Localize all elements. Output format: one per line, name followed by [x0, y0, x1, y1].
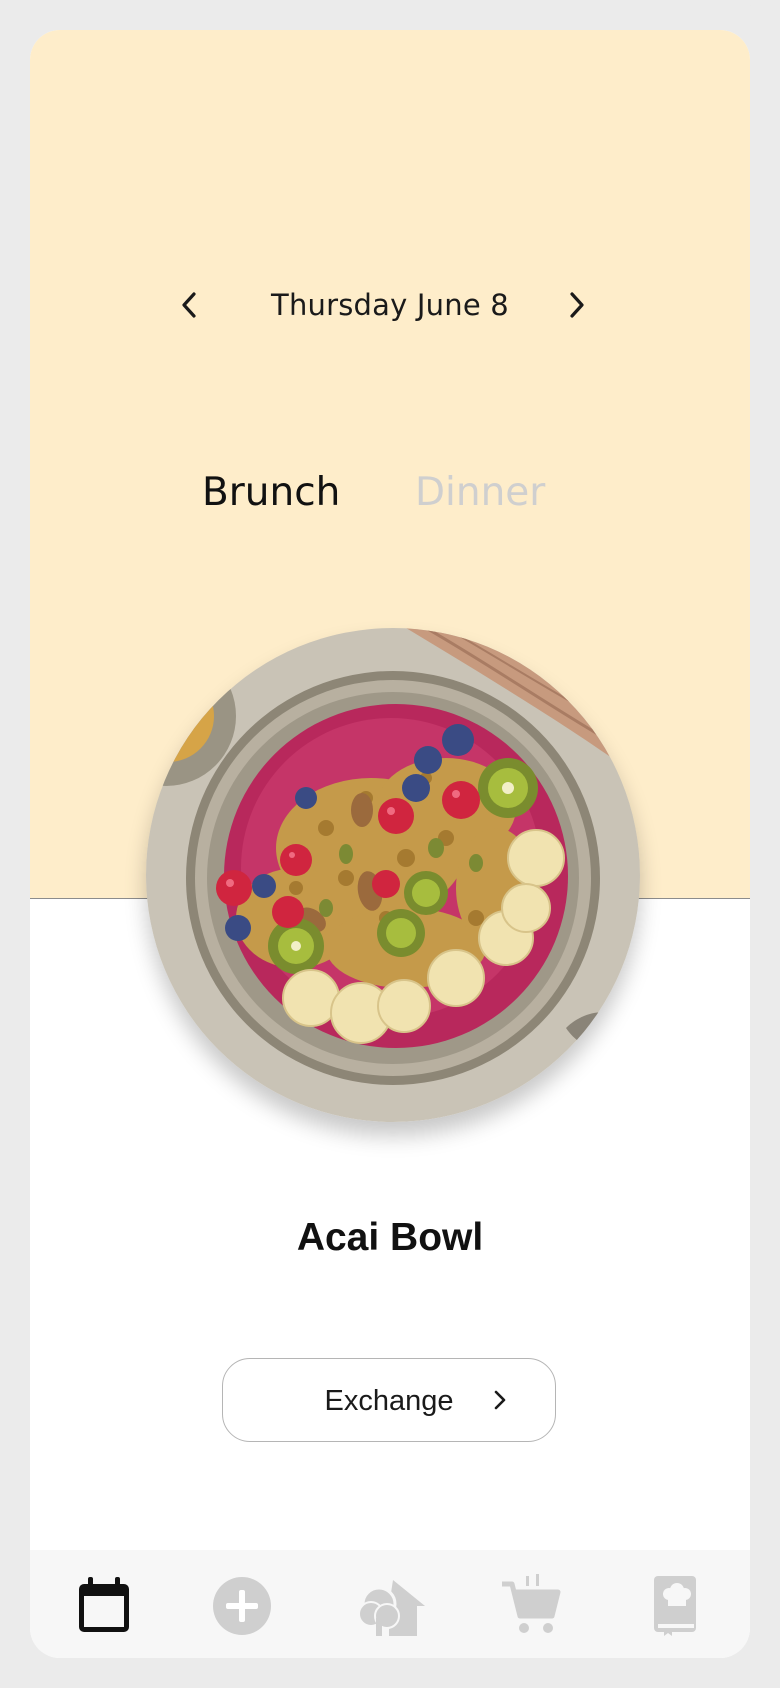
calendar-icon[interactable]: [72, 1574, 136, 1638]
dish-title: Acai Bowl: [296, 1216, 484, 1259]
exchange-button[interactable]: Exchange: [222, 1358, 556, 1442]
shopping-cart-icon[interactable]: [498, 1574, 562, 1638]
app-screen: Thursday June 8 Brunch Dinner Acai Bowl …: [30, 30, 750, 1658]
tree-house-icon[interactable]: [353, 1574, 425, 1638]
bottom-tab-bar: [30, 1550, 750, 1658]
acai-bowl-photo: [146, 628, 640, 1122]
device-frame: Thursday June 8 Brunch Dinner Acai Bowl …: [0, 0, 780, 1688]
chevron-right-icon[interactable]: [560, 289, 592, 321]
date-navigator: Thursday June 8: [30, 280, 750, 330]
date-label: Thursday June 8: [271, 288, 509, 322]
tab-brunch[interactable]: Brunch: [202, 470, 340, 515]
tab-dinner[interactable]: Dinner: [415, 470, 545, 515]
chevron-right-icon: [489, 1389, 511, 1411]
meal-tabs: Brunch Dinner: [30, 470, 750, 530]
add-circle-icon[interactable]: [210, 1574, 274, 1638]
recipe-book-icon[interactable]: [644, 1574, 708, 1638]
